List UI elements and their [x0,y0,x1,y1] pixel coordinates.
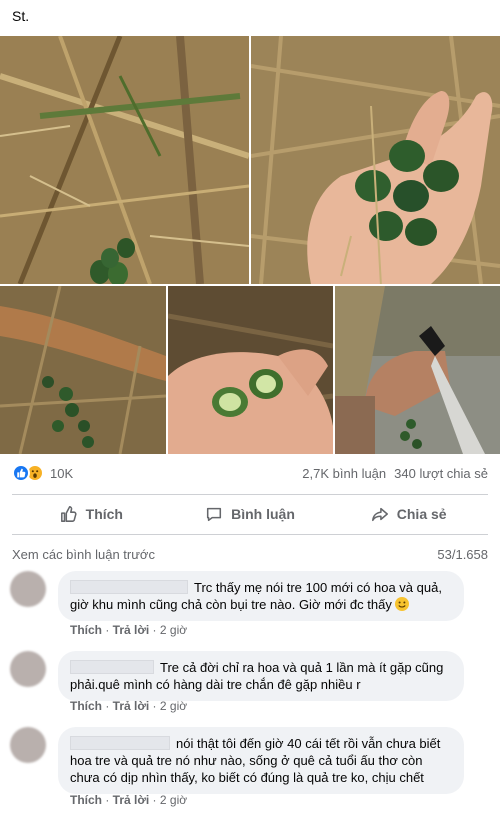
share-button[interactable]: Chia sẻ [329,496,488,532]
avatar[interactable] [10,727,46,763]
comments-header: Xem các bình luận trước 53/1.658 [12,547,488,562]
comment-reply-link[interactable]: Trả lời [113,793,150,807]
share-count[interactable]: 340 lượt chia sẻ [394,466,488,481]
reaction-count: 10K [50,465,74,481]
hand-holding-bamboo-fruit-photo [251,36,500,284]
smile-emoji-icon [395,597,410,611]
thumbs-up-icon [60,506,77,522]
comment-time[interactable]: 2 giờ [160,699,187,713]
comment-meta: Thích · Trả lời · 2 giờ [70,793,188,807]
comment-count[interactable]: 2,7K bình luận [302,466,386,481]
photo-1[interactable] [0,36,249,284]
photo-2[interactable] [251,36,500,284]
reaction-summary[interactable]: 10K [12,464,73,482]
like-reaction-icon [12,464,30,482]
comment-meta: Thích · Trả lời · 2 giờ [70,699,188,713]
post-actions: Thích Bình luận Chia sẻ [12,496,488,532]
redacted-author-name[interactable] [70,660,154,674]
photo-4[interactable] [168,286,333,454]
comment-button[interactable]: Bình luận [171,496,330,532]
comment-reply-link[interactable]: Trả lời [113,699,150,713]
comment-bubble: nói thật tôi đến giờ 40 cái tết rồi vẫn … [58,727,464,794]
view-previous-comments-link[interactable]: Xem các bình luận trước [12,547,155,562]
like-button-label: Thích [85,506,123,522]
redacted-author-name[interactable] [70,736,170,750]
photo-5[interactable] [335,286,500,454]
hand-with-knife-photo [335,286,500,454]
avatar[interactable] [10,651,46,687]
share-arrow-icon [371,507,388,522]
post-text: St. [12,8,30,24]
comment-button-label: Bình luận [231,506,295,522]
comment-like-link[interactable]: Thích [70,793,102,807]
post-stats: 10K 2,7K bình luận 340 lượt chia sẻ [12,460,488,486]
comment-bubble: Tre cả đời chỉ ra hoa và quả 1 lần mà ít… [58,651,464,701]
redacted-author-name[interactable] [70,580,188,594]
divider [12,494,488,495]
photo-3[interactable] [0,286,166,454]
comment-like-link[interactable]: Thích [70,699,102,713]
bamboo-branch-photo [0,36,249,284]
cut-fruit-in-hand-photo [168,286,333,454]
divider [12,534,488,535]
speech-bubble-icon [207,507,222,522]
comment-bubble: Trc thấy mẹ nói tre 100 mới có hoa và qu… [58,571,464,621]
avatar[interactable] [10,571,46,607]
share-button-label: Chia sẻ [396,506,447,522]
like-button[interactable]: Thích [12,496,171,532]
comment-reply-link[interactable]: Trả lời [113,623,150,637]
comment-time[interactable]: 2 giờ [160,793,187,807]
comment-like-link[interactable]: Thích [70,623,102,637]
comment-meta: Thích · Trả lời · 2 giờ [70,623,188,637]
photo-grid [0,36,500,454]
bamboo-stem-fruit-photo [0,286,166,454]
comments-pagination-count: 53/1.658 [437,547,488,562]
comment-time[interactable]: 2 giờ [160,623,187,637]
